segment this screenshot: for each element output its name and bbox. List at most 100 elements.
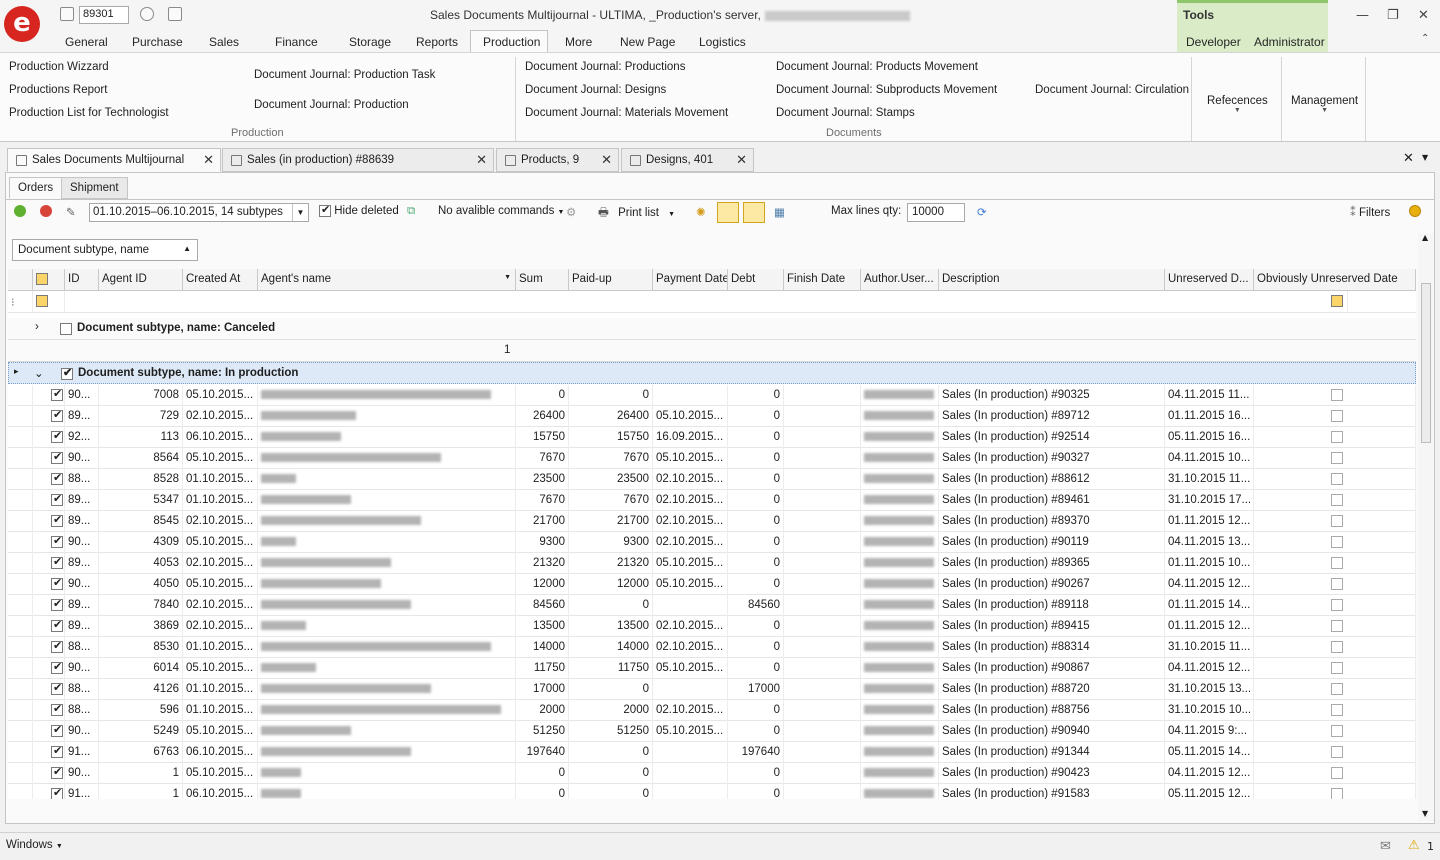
doc-tab-sales[interactable]: Sales (in production) #88639 ✕: [222, 148, 494, 172]
row-checkbox[interactable]: [1331, 767, 1343, 779]
col-obviously-unreserved[interactable]: Obviously Unreserved Date: [1254, 269, 1416, 291]
row-checkbox[interactable]: [51, 450, 63, 464]
row-checkbox[interactable]: [51, 408, 63, 422]
close-icon[interactable]: ✕: [601, 152, 612, 168]
hide-deleted-checkbox[interactable]: [319, 203, 331, 217]
doc-tab-multijournal[interactable]: Sales Documents Multijournal ✕: [7, 148, 221, 172]
menu-tab-new-page[interactable]: New Page: [620, 35, 675, 49]
group-row-canceled[interactable]: › Document subtype, name: Canceled: [8, 318, 1416, 340]
table-row[interactable]: 89...72902.10.2015...264002640005.10.201…: [8, 406, 1416, 427]
row-checkbox-cell[interactable]: [33, 763, 65, 784]
table-row[interactable]: 90...430905.10.2015...9300930002.10.2015…: [8, 532, 1416, 553]
row-checkbox-cell[interactable]: [33, 511, 65, 532]
document-icon[interactable]: [60, 7, 74, 21]
table-row[interactable]: 90...601405.10.2015...117501175005.10.20…: [8, 658, 1416, 679]
row-checkbox-cell[interactable]: [33, 469, 65, 490]
row-checkbox[interactable]: [51, 492, 63, 506]
close-icon[interactable]: ✕: [736, 152, 747, 168]
row-checkbox-cell[interactable]: [33, 532, 65, 553]
menu-tab-administrator[interactable]: Administrator: [1254, 35, 1325, 49]
doc-tab-designs[interactable]: Designs, 401 ✕: [621, 148, 754, 172]
row-checkbox[interactable]: [1331, 704, 1343, 716]
group-row-in-production[interactable]: ▸ ⌄ Document subtype, name: In productio…: [8, 362, 1416, 384]
stamps-journal-button[interactable]: Document Journal: Stamps: [776, 107, 915, 119]
col-id[interactable]: ID: [65, 269, 99, 291]
menu-tab-storage[interactable]: Storage: [349, 35, 391, 49]
chevron-down-icon[interactable]: ▼: [1422, 153, 1428, 162]
row-checkbox[interactable]: [1331, 410, 1343, 422]
row-checkbox[interactable]: [1331, 725, 1343, 737]
table-row[interactable]: 89...784002.10.2015...84560084560Sales (…: [8, 595, 1416, 616]
col-agent-id[interactable]: Agent ID: [99, 269, 183, 291]
row-checkbox-cell[interactable]: [33, 658, 65, 679]
select-all-header[interactable]: [33, 269, 65, 291]
col-description[interactable]: Description: [939, 269, 1165, 291]
filter-row[interactable]: ⁝: [8, 291, 1416, 313]
menu-tab-finance[interactable]: Finance: [275, 35, 318, 49]
col-agent-name[interactable]: Agent's name ▼: [258, 269, 516, 291]
table-row[interactable]: 90...700805.10.2015...000Sales (In produ…: [8, 385, 1416, 406]
subproducts-movement-journal-button[interactable]: Document Journal: Subproducts Movement: [776, 84, 997, 96]
row-checkbox-cell[interactable]: [33, 574, 65, 595]
period-selector[interactable]: 01.10.2015–06.10.2015, 14 subtypes ▼: [89, 203, 309, 222]
row-checkbox[interactable]: [1331, 662, 1343, 674]
highlight-icon[interactable]: ✺: [696, 205, 706, 219]
row-checkbox[interactable]: [51, 723, 63, 737]
menu-tab-sales[interactable]: Sales: [209, 35, 239, 49]
group-by-field[interactable]: Document subtype, name ▲: [12, 239, 198, 261]
row-checkbox[interactable]: [1331, 452, 1343, 464]
production-list-button[interactable]: Production List for Technologist: [9, 107, 169, 119]
col-unreserved-date[interactable]: Unreserved D...: [1165, 269, 1254, 291]
menu-tab-production[interactable]: Production: [483, 35, 540, 49]
table-row[interactable]: 89...386902.10.2015...135001350002.10.20…: [8, 616, 1416, 637]
row-checkbox[interactable]: [51, 618, 63, 632]
table-row[interactable]: 91...676306.10.2015...1976400197640Sales…: [8, 742, 1416, 763]
row-checkbox-cell[interactable]: [33, 616, 65, 637]
scroll-up-icon[interactable]: ▲: [1422, 233, 1428, 242]
menu-tab-purchase[interactable]: Purchase: [132, 35, 183, 49]
sort-down-icon[interactable]: ▼: [504, 274, 511, 281]
row-checkbox[interactable]: [1331, 641, 1343, 653]
row-checkbox-cell[interactable]: [33, 700, 65, 721]
table-row[interactable]: 90...105.10.2015...000Sales (In producti…: [8, 763, 1416, 784]
row-checkbox[interactable]: [51, 681, 63, 695]
collapse-ribbon-icon[interactable]: ⌃: [1421, 33, 1429, 44]
doc-number-input[interactable]: 89301: [79, 6, 129, 24]
doc-tab-products[interactable]: Products, 9 ✕: [496, 148, 619, 172]
row-checkbox[interactable]: [51, 513, 63, 527]
close-icon[interactable]: ✕: [203, 152, 214, 168]
row-checkbox[interactable]: [1331, 746, 1343, 758]
row-checkbox[interactable]: [51, 639, 63, 653]
production-wizzard-button[interactable]: Production Wizzard: [9, 61, 109, 73]
row-checkbox[interactable]: [51, 786, 63, 799]
col-paid-up[interactable]: Paid-up: [569, 269, 653, 291]
group-checkbox[interactable]: [61, 366, 73, 380]
commands-menu[interactable]: No avalible commands ▼: [438, 205, 564, 217]
tab-orders[interactable]: Orders: [9, 177, 63, 199]
row-checkbox[interactable]: [1331, 473, 1343, 485]
filter-checkbox-cell[interactable]: [33, 291, 65, 312]
col-author[interactable]: Author.User...: [861, 269, 939, 291]
table-row[interactable]: 89...854502.10.2015...217002170002.10.20…: [8, 511, 1416, 532]
production-task-journal-button[interactable]: Document Journal: Production Task: [254, 69, 435, 81]
references-button[interactable]: Refecences ▼: [1207, 95, 1268, 114]
materials-movement-journal-button[interactable]: Document Journal: Materials Movement: [525, 107, 728, 119]
row-checkbox-cell[interactable]: [33, 490, 65, 511]
windows-menu[interactable]: Windows ▼: [6, 839, 63, 851]
col-debt[interactable]: Debt: [728, 269, 784, 291]
col-sum[interactable]: Sum: [516, 269, 569, 291]
management-button[interactable]: Management ▼: [1291, 95, 1358, 114]
row-checkbox[interactable]: [1331, 788, 1343, 799]
filter-checkbox[interactable]: [36, 295, 48, 307]
table-row[interactable]: 88...852801.10.2015...235002350002.10.20…: [8, 469, 1416, 490]
expand-icon[interactable]: ›: [35, 321, 39, 333]
menu-tab-reports[interactable]: Reports: [416, 35, 458, 49]
add-icon[interactable]: [14, 205, 26, 217]
delete-icon[interactable]: [40, 205, 52, 217]
scroll-thumb[interactable]: [1421, 283, 1431, 443]
row-checkbox[interactable]: [1331, 389, 1343, 401]
col-payment-date[interactable]: Payment Date: [653, 269, 728, 291]
group-checkbox[interactable]: [60, 323, 72, 335]
grid-layout-icon[interactable]: ▦: [774, 205, 785, 219]
vertical-scrollbar[interactable]: ▲ ▼: [1418, 233, 1434, 821]
